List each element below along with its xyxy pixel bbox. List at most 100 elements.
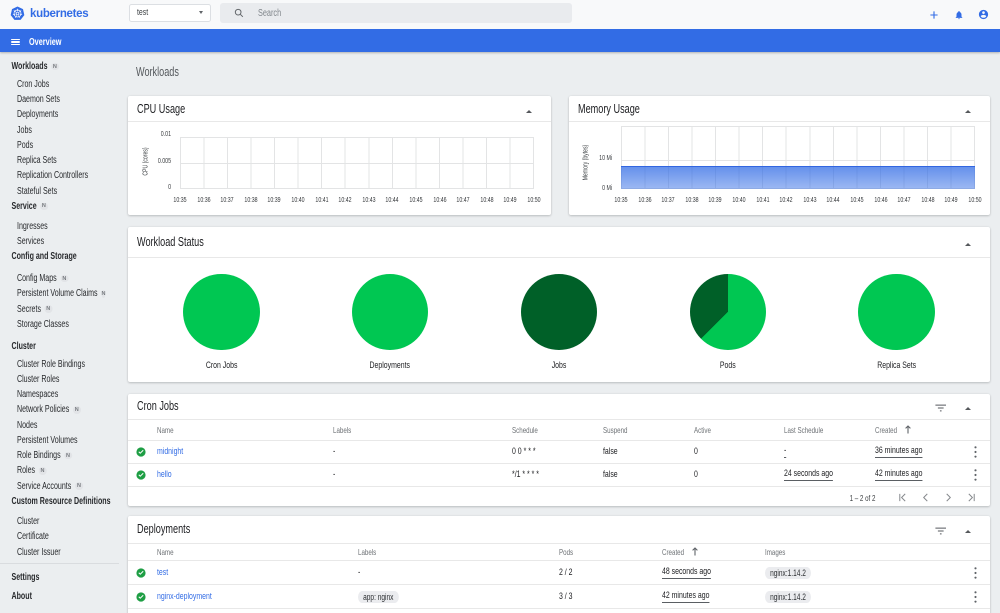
column-header[interactable]: Last Schedule [784,425,850,435]
column-header-sorted[interactable]: Created [875,425,960,435]
sidebar-section-header[interactable]: Custom Resource Definitions [0,494,110,509]
sidebar-item[interactable]: Nodes [0,417,87,432]
sidebar-item[interactable]: Storage Classes [0,317,87,332]
row-menu-icon[interactable] [973,566,977,579]
column-header[interactable]: Schedule [512,425,578,435]
column-header[interactable]: Pods [559,547,634,557]
prev-page-icon[interactable] [914,488,937,508]
resource-link[interactable]: test [157,567,304,578]
notifications-button[interactable] [946,0,971,29]
create-button[interactable] [921,0,946,29]
namespace-select[interactable]: test [129,4,211,22]
menu-icon[interactable] [11,38,20,46]
x-tick-label: 10:48 [921,195,935,204]
sidebar-item[interactable]: Cluster Role Bindings [0,356,87,371]
sidebar-item[interactable]: Cluster Roles [0,372,87,387]
sidebar-item[interactable]: Deployments [0,107,87,122]
sidebar-item[interactable]: Role Bindings N [0,448,87,463]
collapse-icon[interactable] [965,109,971,113]
x-tick-label: 10:47 [897,195,911,204]
filter-icon[interactable] [934,404,947,412]
x-tick-label: 10:42 [338,195,352,204]
table-row[interactable]: test - 2 / 2 48 seconds ago nginx:1.14.2 [128,561,990,585]
collapse-icon[interactable] [526,109,532,113]
collapse-icon-wrap[interactable] [965,525,971,534]
cell-labels: - [358,567,361,578]
sidebar-sections: Workloads N Cron Jobs Daemon Sets Deploy… [0,59,119,560]
namespaced-badge: N [101,290,106,298]
table-row[interactable]: hello - */1 * * * * false 0 24 seconds a… [128,464,990,487]
menu-bar [11,43,20,46]
sidebar-section-header[interactable]: Service N [0,199,87,214]
sidebar-item[interactable]: Roles N [0,463,87,478]
table-row[interactable]: nginx-deployment app: nginx 3 / 3 42 min… [128,585,990,609]
x-tick-label: 10:41 [755,195,770,204]
resource-link[interactable]: midnight [157,446,285,457]
y-tick: 0.005 [157,155,171,165]
card-header-actions [934,401,971,412]
sidebar-footer-item[interactable]: Settings [0,570,87,585]
pie-label: Jobs [551,360,567,371]
pie-chart[interactable] [351,273,429,350]
x-tick-label: 10:36 [638,195,652,204]
row-menu-icon[interactable] [973,445,977,458]
sidebar-item[interactable]: Cluster [0,514,87,529]
sidebar-item[interactable]: Services [0,234,87,249]
sidebar-item[interactable]: Persistent Volumes [0,433,87,448]
sidebar-item[interactable]: Secrets N [0,301,87,316]
resource-link[interactable]: hello [157,469,285,480]
pie-chart[interactable] [183,273,260,350]
x-tick-label: 10:39 [267,195,281,204]
sidebar-section-header[interactable]: Config and Storage [0,249,87,264]
pie-chart[interactable] [858,273,935,350]
column-header[interactable]: Name [157,425,285,435]
sidebar-footer-item[interactable]: About [0,589,87,604]
sidebar-item[interactable]: Replica Sets [0,153,87,168]
search-bar[interactable] [220,3,572,23]
status-pie: Replica Sets [812,273,981,371]
table-row[interactable]: midnight - 0 0 * * * false 0 - 36 minute… [128,441,990,464]
kubernetes-brand[interactable]: kubernetes [10,6,89,21]
column-header[interactable]: Suspend [603,425,669,435]
row-menu-icon[interactable] [973,468,977,481]
pie-chart[interactable] [520,273,598,350]
search-input[interactable] [258,7,463,19]
sidebar-item[interactable]: Service Accounts N [0,478,87,493]
memory-area-series [621,166,975,189]
sidebar-item[interactable]: Persistent Volume Claims N [0,286,106,301]
sidebar-item[interactable]: Network Policies N [0,402,87,417]
row-menu-icon[interactable] [973,590,977,603]
sidebar-item-label: Replication Controllers [17,170,89,182]
label-chip: app: nginx [358,590,399,603]
sidebar-item[interactable]: Config Maps N [0,271,87,286]
column-header-sorted[interactable]: Created [662,547,765,557]
sidebar-item[interactable]: Namespaces [0,387,87,402]
status-ok-icon [136,567,146,578]
sidebar-item[interactable]: Cluster Issuer [0,545,87,560]
filter-icon[interactable] [934,527,947,535]
sidebar-item[interactable]: Daemon Sets [0,92,87,107]
column-header[interactable]: Images [765,547,907,557]
sidebar-section-header[interactable]: Workloads N [0,59,87,74]
collapse-icon[interactable] [965,242,971,246]
sidebar-item[interactable]: Jobs [0,122,87,137]
next-page-icon[interactable] [937,488,960,508]
collapse-icon-wrap[interactable] [965,402,971,411]
sidebar-section-header[interactable]: Cluster [0,339,87,354]
account-button[interactable] [971,0,996,29]
first-page-icon[interactable] [891,488,914,508]
sidebar-item[interactable]: Pods [0,138,87,153]
column-header[interactable]: Labels [333,425,464,435]
resource-link[interactable]: nginx-deployment [157,591,304,602]
sidebar-item[interactable]: Stateful Sets [0,183,87,198]
pie-chart[interactable] [689,273,767,350]
last-page-icon[interactable] [960,488,983,508]
namespaced-badge: N [72,406,81,414]
column-header[interactable]: Active [694,425,760,435]
sidebar-item[interactable]: Certificate [0,529,87,544]
sidebar-item[interactable]: Replication Controllers [0,168,89,183]
column-header[interactable]: Labels [358,547,505,557]
sidebar-item[interactable]: Ingresses [0,218,87,233]
column-header[interactable]: Name [157,547,304,557]
sidebar-item[interactable]: Cron Jobs [0,77,87,92]
